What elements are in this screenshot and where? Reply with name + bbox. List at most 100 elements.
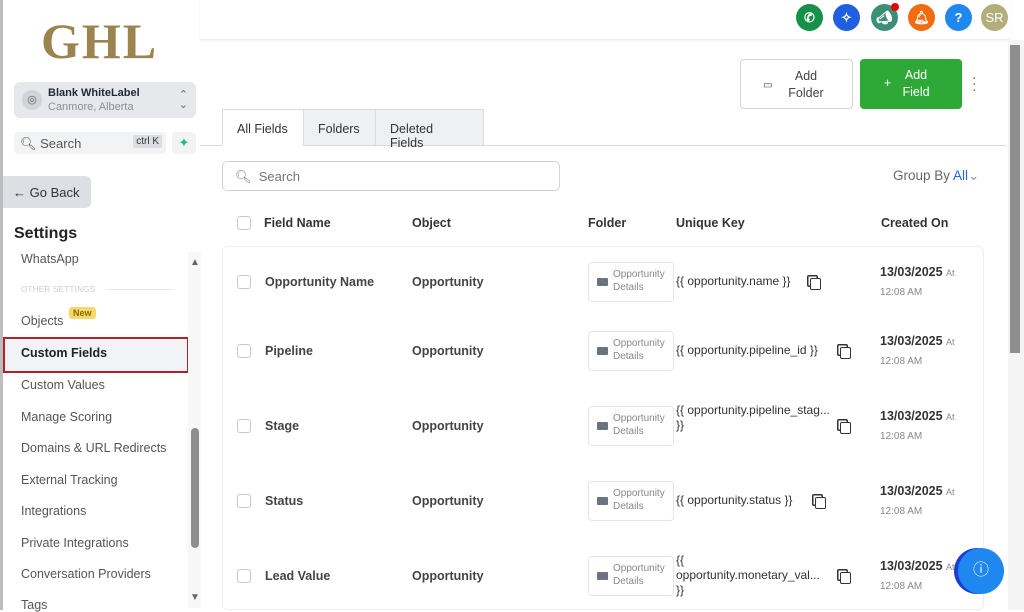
location-place: Canmore, Alberta	[48, 101, 134, 113]
tab-deleted-fields[interactable]: Deleted Fields	[375, 109, 484, 146]
sidebar-item-custom-values[interactable]: Custom Values	[21, 378, 105, 392]
group-by-value: All	[953, 168, 968, 183]
at-label: At	[946, 487, 955, 497]
row-checkbox[interactable]	[237, 275, 251, 289]
copy-icon[interactable]	[815, 497, 826, 509]
field-name[interactable]: Lead Value	[265, 569, 330, 583]
date: 13/03/2025	[880, 484, 943, 498]
section-label: OTHER SETTINGS	[21, 285, 95, 294]
plus-icon: +	[884, 75, 891, 92]
sidebar-search[interactable]: 🔍︎ Search ctrl K	[14, 132, 166, 154]
folder-name: Opportunity Details	[613, 413, 665, 437]
object-name: Opportunity	[412, 344, 484, 358]
megaphone-icon[interactable]: 📣︎	[871, 4, 898, 31]
row-checkbox[interactable]	[237, 419, 251, 433]
created-time: 12:08 AM	[880, 581, 922, 592]
folder-chip[interactable]: Opportunity Details	[588, 481, 674, 521]
copy-icon[interactable]	[840, 422, 851, 434]
folder-chip[interactable]: Opportunity Details	[588, 406, 674, 446]
more-options-icon[interactable]: ···	[972, 74, 977, 92]
folder-chip[interactable]: Opportunity Details	[588, 331, 674, 371]
folder-plus-icon: ▭	[763, 77, 772, 94]
info-chat-icon: ⓘ	[973, 562, 989, 579]
row-checkbox[interactable]	[237, 569, 251, 583]
at-label: At	[946, 562, 955, 572]
chevron-down-icon: ⌄	[968, 168, 979, 183]
created-time: 12:08 AM	[880, 431, 922, 442]
ai-sparkle-button[interactable]: ✦	[172, 132, 196, 154]
folder-name: Opportunity Details	[613, 563, 665, 587]
top-bar: ✆ ✧ 📣︎ 🔔︎ ? SR	[200, 0, 1010, 40]
sidebar-item-conversation-providers[interactable]: Conversation Providers	[21, 567, 151, 581]
divider	[107, 289, 173, 290]
object-name: Opportunity	[412, 275, 484, 289]
sidebar-scroll-thumb[interactable]	[191, 428, 199, 548]
page-scroll-thumb[interactable]	[1010, 45, 1020, 353]
help-icon[interactable]: ?	[945, 4, 972, 31]
go-back-button[interactable]: ← Go Back	[3, 176, 91, 208]
sidebar-item-whatsapp[interactable]: WhatsApp	[21, 252, 79, 266]
copy-icon[interactable]	[840, 572, 851, 584]
sidebar-item-integrations[interactable]: Integrations	[21, 504, 86, 518]
field-name[interactable]: Opportunity Name	[265, 275, 374, 289]
copy-icon[interactable]	[840, 347, 851, 359]
header-field-name[interactable]: Field Name	[264, 216, 331, 230]
row-checkbox[interactable]	[237, 344, 251, 358]
unique-key: {{ opportunity.status }}	[676, 493, 876, 508]
location-switcher[interactable]: ◎ Blank WhiteLabel Canmore, Alberta ⌃⌄	[14, 82, 196, 118]
add-field-button[interactable]: + Add Field	[860, 59, 962, 109]
search-placeholder: Search	[40, 136, 81, 151]
add-folder-label: Add Folder	[781, 68, 831, 102]
group-by-dropdown[interactable]: Group By All⌄	[893, 168, 979, 184]
chevron-updown-icon: ⌃⌄	[179, 90, 188, 110]
sidebar-item-external-tracking[interactable]: External Tracking	[21, 473, 118, 487]
header-folder[interactable]: Folder	[588, 216, 626, 230]
location-icon: ◎	[22, 90, 42, 110]
bell-icon[interactable]: 🔔︎	[908, 4, 935, 31]
field-name[interactable]: Pipeline	[265, 344, 313, 358]
ai-stars-icon[interactable]: ✧	[833, 4, 860, 31]
header-created-on[interactable]: Created On	[881, 216, 948, 230]
sidebar: GHL ◎ Blank WhiteLabel Canmore, Alberta …	[0, 0, 200, 610]
search-icon: 🔍︎	[235, 169, 252, 184]
tab-folders[interactable]: Folders	[303, 109, 376, 146]
sidebar-item-domains[interactable]: Domains & URL Redirects	[21, 441, 166, 455]
sidebar-item-objects[interactable]: Objects	[21, 314, 63, 328]
folder-chip[interactable]: Opportunity Details	[588, 262, 674, 302]
field-name[interactable]: Status	[265, 494, 303, 508]
feedback-button[interactable]: ⓘ	[958, 548, 1004, 594]
user-avatar[interactable]: SR	[981, 4, 1008, 31]
created-date: 13/03/2025 At	[880, 409, 955, 423]
sidebar-item-manage-scoring[interactable]: Manage Scoring	[21, 410, 112, 424]
unique-key: {{ opportunity.name }}	[676, 274, 876, 289]
phone-icon[interactable]: ✆	[796, 4, 823, 31]
created-time: 12:08 AM	[880, 506, 922, 517]
field-name[interactable]: Stage	[265, 419, 299, 433]
folder-name: Opportunity Details	[613, 269, 665, 293]
group-by-label: Group By	[893, 168, 950, 183]
unique-key: {{ opportunity.monetary_val... }}	[676, 553, 831, 598]
created-time: 12:08 AM	[880, 356, 922, 367]
select-all-checkbox[interactable]	[237, 216, 251, 230]
add-field-label: Add Field	[896, 67, 936, 101]
add-folder-button[interactable]: ▭ Add Folder	[740, 59, 853, 109]
created-date: 13/03/2025 At	[880, 484, 955, 498]
sidebar-item-private-integrations[interactable]: Private Integrations	[21, 536, 129, 550]
copy-icon[interactable]	[810, 278, 821, 290]
at-label: At	[946, 412, 955, 422]
header-unique-key[interactable]: Unique Key	[676, 216, 745, 230]
field-search-input[interactable]: 🔍︎ Search	[222, 161, 560, 191]
folder-chip[interactable]: Opportunity Details	[588, 556, 674, 596]
object-name: Opportunity	[412, 419, 484, 433]
header-object[interactable]: Object	[412, 216, 451, 230]
folder-icon	[597, 278, 608, 286]
scroll-up-icon[interactable]: ▲	[190, 257, 200, 268]
row-checkbox[interactable]	[237, 494, 251, 508]
tab-all-fields[interactable]: All Fields	[222, 109, 304, 146]
notification-dot	[891, 3, 899, 11]
folder-name: Opportunity Details	[613, 488, 665, 512]
created-time: 12:08 AM	[880, 287, 922, 298]
date: 13/03/2025	[880, 559, 943, 573]
sidebar-item-custom-fields[interactable]: Custom Fields	[21, 346, 107, 360]
scroll-down-icon[interactable]: ▼	[190, 592, 200, 603]
